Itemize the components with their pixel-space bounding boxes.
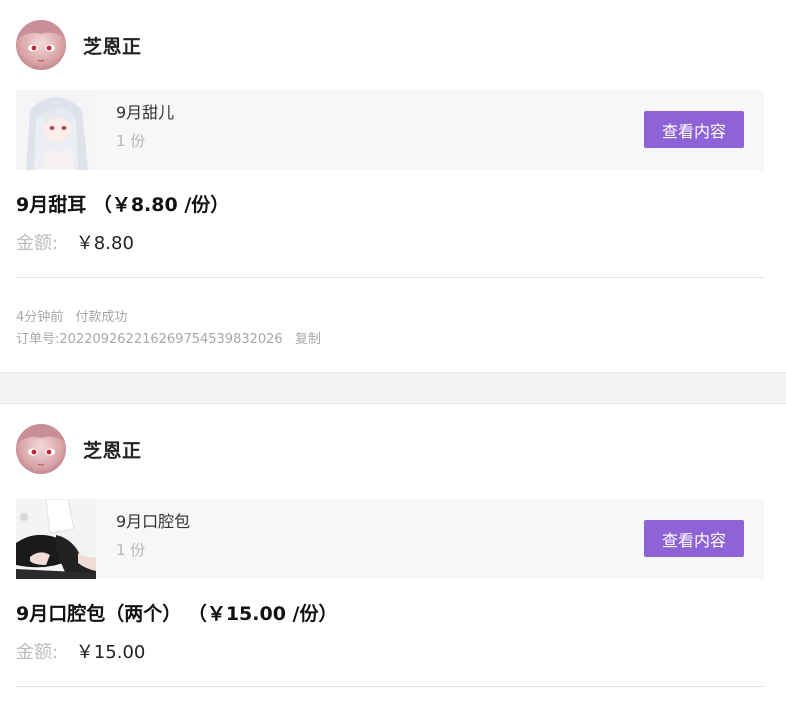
seller-avatar[interactable] — [16, 424, 66, 474]
seller-avatar[interactable] — [16, 20, 66, 70]
product-box[interactable]: 9月甜儿 1 份 查看内容 — [16, 90, 764, 170]
order-card: 芝恩正 9月口腔包 1 份 查看内容 9月口腔包（两个） （￥15.00 /份） — [0, 404, 786, 712]
order-time-status: 4分钟前 付款成功 — [16, 306, 127, 325]
amount-value: ￥15.00 — [75, 642, 146, 663]
amount-value: ￥8.80 — [75, 233, 134, 254]
product-quantity: 1 份 — [116, 132, 146, 150]
seller-name: 芝恩正 — [83, 439, 142, 462]
section-separator — [0, 372, 786, 404]
order-number-row: 订单号:202209262216269754539832026 复制 — [16, 328, 321, 347]
view-content-button[interactable]: 查看内容 — [644, 111, 744, 148]
seller-row: 芝恩正 — [16, 424, 142, 474]
product-name: 9月甜儿 — [116, 103, 175, 122]
amount-row: 金额: ￥15.00 — [16, 638, 145, 664]
seller-row: 芝恩正 — [16, 20, 142, 70]
order-title: 9月甜耳 （￥8.80 /份） — [16, 194, 230, 216]
product-thumbnail-image — [16, 90, 96, 170]
product-thumbnail — [16, 90, 96, 170]
avatar-image — [16, 20, 66, 70]
product-thumbnail-image — [16, 499, 96, 579]
seller-name: 芝恩正 — [83, 35, 142, 58]
view-content-button[interactable]: 查看内容 — [644, 520, 744, 557]
product-box[interactable]: 9月口腔包 1 份 查看内容 — [16, 499, 764, 579]
order-number: 202209262216269754539832026 — [59, 332, 283, 347]
amount-label: 金额: — [16, 233, 59, 254]
divider — [16, 277, 764, 278]
order-card: 芝恩正 9月甜儿 1 份 查看内容 9月甜耳 （￥8.80 /份） 金额: ￥8… — [0, 0, 786, 372]
product-thumbnail — [16, 499, 96, 579]
order-title: 9月口腔包（两个） （￥15.00 /份） — [16, 603, 338, 625]
divider — [16, 686, 764, 687]
order-time: 4分钟前 — [16, 310, 64, 325]
product-quantity: 1 份 — [116, 541, 146, 559]
amount-label: 金额: — [16, 642, 59, 663]
order-status: 付款成功 — [75, 310, 128, 325]
product-name: 9月口腔包 — [116, 512, 191, 531]
amount-row: 金额: ￥8.80 — [16, 229, 134, 255]
order-list-page: 芝恩正 9月甜儿 1 份 查看内容 9月甜耳 （￥8.80 /份） 金额: ￥8… — [0, 0, 786, 712]
order-number-label: 订单号: — [16, 332, 60, 347]
avatar-image — [16, 424, 66, 474]
copy-order-number-link[interactable]: 复制 — [295, 332, 321, 347]
